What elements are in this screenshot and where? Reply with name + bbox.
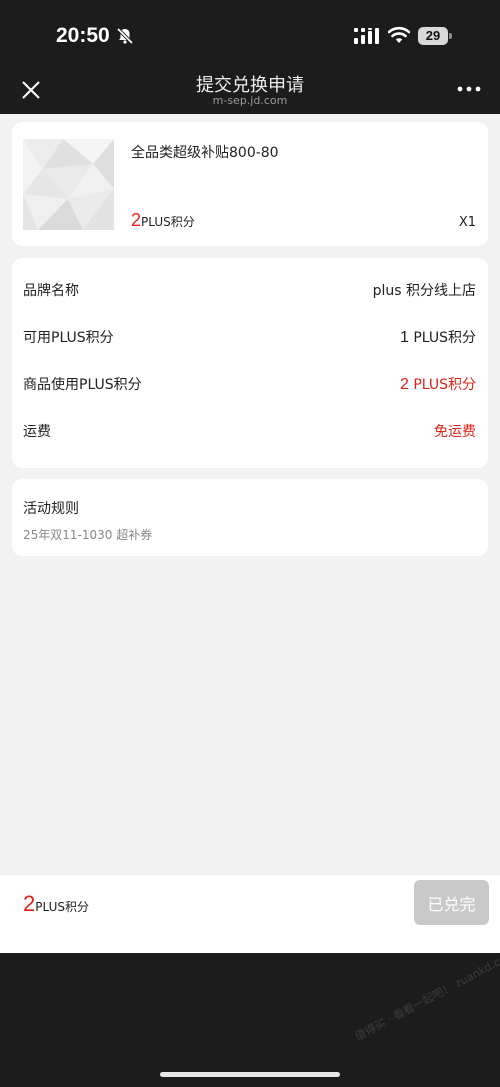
page-url: m-sep.jd.com: [212, 94, 288, 107]
product-quantity: X1: [458, 215, 476, 230]
sold-out-button[interactable]: 已兑完: [414, 880, 489, 925]
bottom-dark-area: [0, 953, 500, 1087]
rules-card[interactable]: 活动规则 25年双11-1030 超补券: [12, 479, 488, 556]
rules-description: 25年双11-1030 超补券: [23, 528, 153, 542]
brand-label: 品牌名称: [23, 283, 79, 299]
battery-indicator: 29: [418, 27, 452, 45]
battery-level: 29: [418, 27, 448, 45]
product-price-unit: PLUS积分: [141, 215, 195, 229]
total-points: 2PLUS积分: [23, 891, 89, 917]
available-points-label: 可用PLUS积分: [23, 330, 114, 346]
product-card: 全品类超级补贴800-80 2PLUS积分 X1: [12, 122, 488, 246]
info-row-brand: 品牌名称 plus 积分线上店: [12, 274, 488, 304]
order-info-card: 品牌名称 plus 积分线上店 可用PLUS积分 1 PLUS积分 商品使用PL…: [12, 258, 488, 468]
status-time: 20:50: [56, 24, 110, 47]
status-bar: 20:50 29: [0, 0, 500, 66]
product-price: 2PLUS积分: [131, 210, 195, 231]
info-row-shipping: 运费 免运费: [12, 415, 488, 445]
shipping-label: 运费: [23, 424, 51, 440]
used-points-label: 商品使用PLUS积分: [23, 377, 142, 393]
cellular-signal-icon: [354, 28, 379, 44]
more-options-icon[interactable]: [456, 84, 482, 94]
shipping-value: 免运费: [434, 424, 476, 440]
info-row-used-points: 商品使用PLUS积分 2 PLUS积分: [12, 368, 488, 398]
product-image: [23, 139, 114, 230]
home-indicator[interactable]: [160, 1072, 340, 1077]
info-row-available-points: 可用PLUS积分 1 PLUS积分: [12, 321, 488, 351]
bell-muted-icon: [116, 27, 134, 45]
used-points-number: 2: [399, 376, 409, 393]
total-points-unit: PLUS积分: [35, 900, 89, 914]
nav-bar: 提交兑换申请 m-sep.jd.com: [0, 66, 500, 114]
available-points-number: 1: [399, 329, 409, 346]
brand-value: plus 积分线上店: [372, 283, 476, 299]
available-points-value: 1 PLUS积分: [400, 327, 476, 347]
product-price-value: 2: [131, 210, 142, 230]
wifi-icon: [388, 26, 410, 43]
product-name: 全品类超级补贴800-80: [131, 145, 279, 161]
checkout-bar: 2PLUS积分 已兑完: [0, 875, 500, 953]
used-points-unit: PLUS积分: [413, 377, 476, 393]
used-points-value: 2 PLUS积分: [400, 374, 476, 394]
rules-title: 活动规则: [23, 501, 79, 517]
available-points-unit: PLUS积分: [413, 330, 476, 346]
product-placeholder-pattern: [23, 139, 114, 230]
battery-cap: [449, 33, 452, 39]
total-points-value: 2: [23, 891, 36, 916]
